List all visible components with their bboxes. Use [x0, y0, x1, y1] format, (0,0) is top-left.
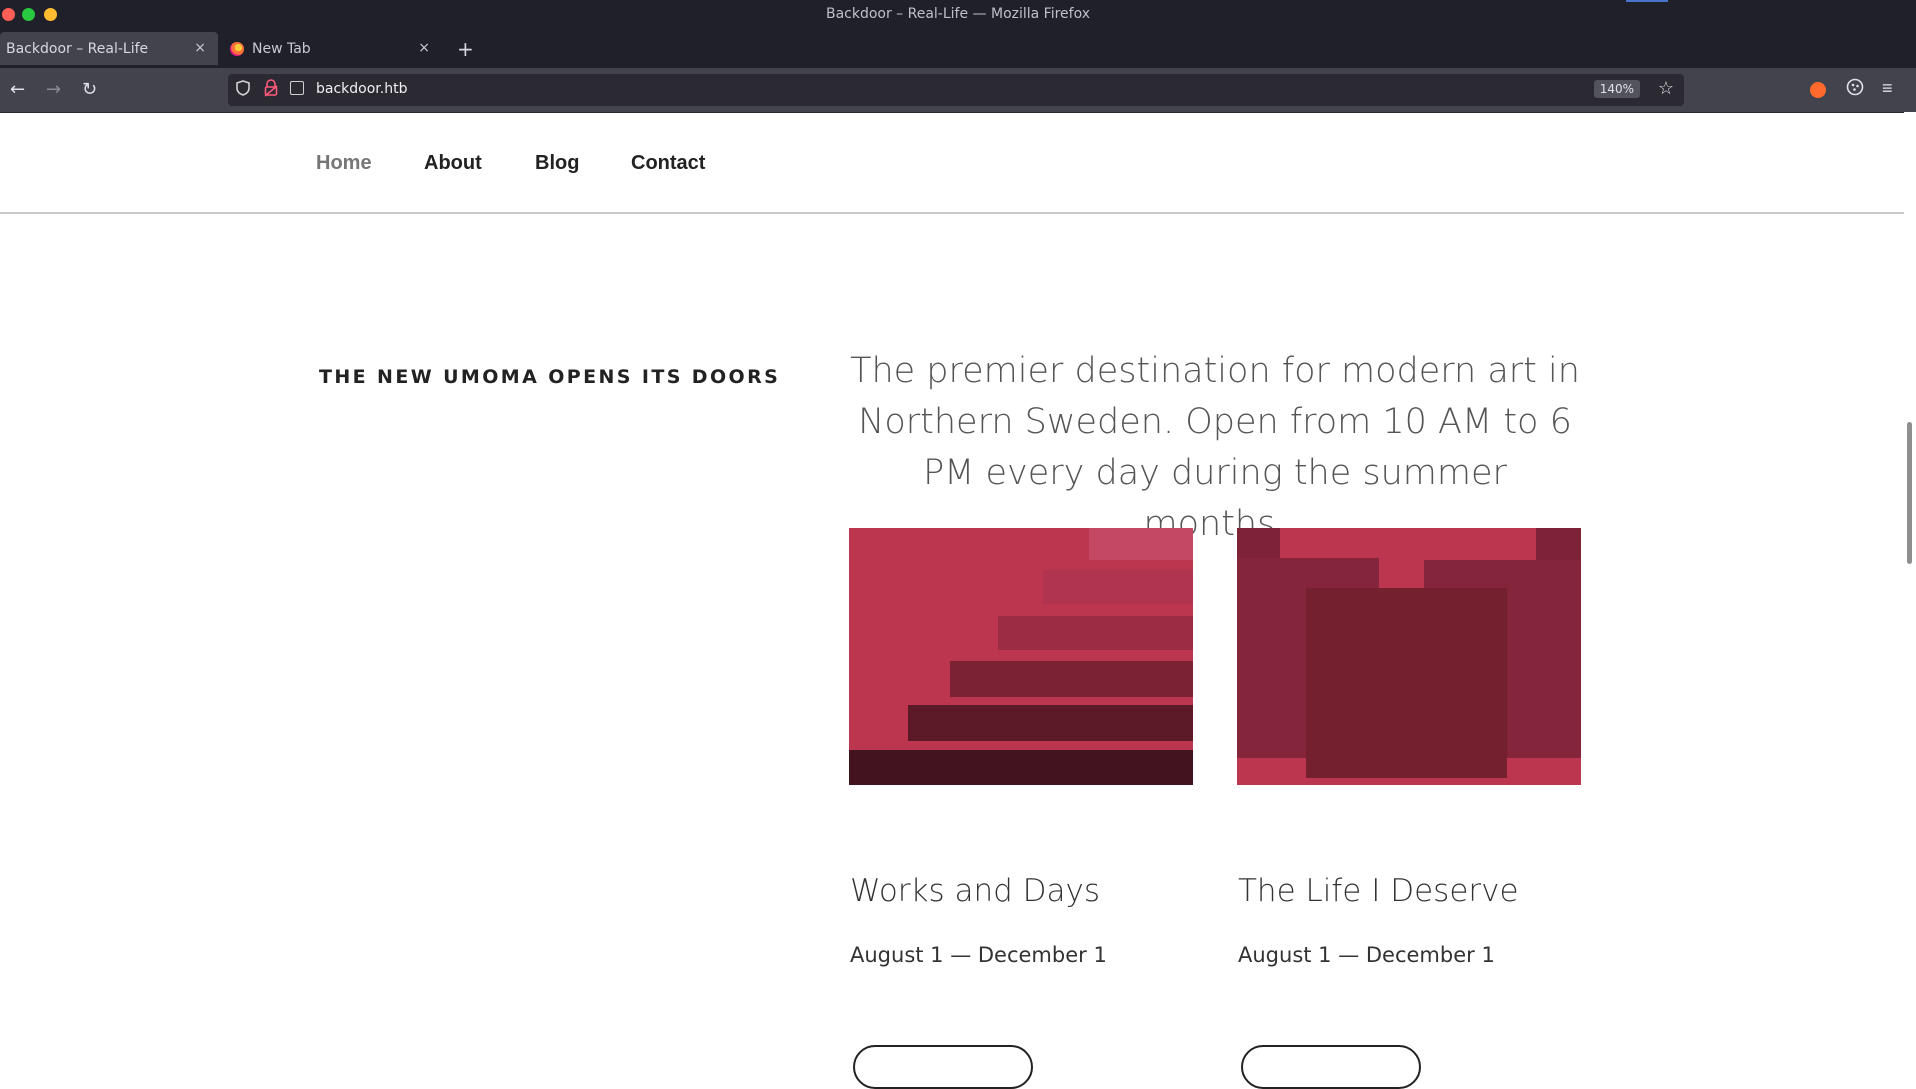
account-icon[interactable] — [1846, 78, 1864, 101]
image-shape — [1089, 528, 1193, 560]
back-button[interactable]: ← — [10, 79, 25, 100]
navigation-toolbar: ← → ↻ backdoor.htb 140% ☆ ≡ — [0, 68, 1916, 113]
card-read-more-button[interactable] — [1241, 1045, 1421, 1089]
card-date: August 1 — December 1 — [850, 943, 1107, 967]
zoom-indicator[interactable]: 140% — [1593, 80, 1640, 98]
window-title: Backdoor – Real-Life — Mozilla Firefox — [825, 6, 1091, 22]
card-title[interactable]: The Life I Deserve — [1238, 873, 1519, 909]
insecure-lock-icon[interactable] — [264, 79, 278, 101]
scrollbar-thumb[interactable] — [1907, 422, 1912, 564]
firefox-icon — [230, 42, 244, 56]
card-date: August 1 — December 1 — [1238, 943, 1495, 967]
page-icon[interactable] — [290, 81, 304, 95]
image-shape — [1306, 588, 1438, 778]
url-bar[interactable]: backdoor.htb 140% ☆ — [228, 74, 1684, 106]
card-title[interactable]: Works and Days — [850, 873, 1100, 909]
new-tab-button[interactable]: + — [457, 37, 474, 61]
card-image-works-and-days[interactable] — [849, 528, 1193, 785]
shield-icon[interactable] — [236, 80, 250, 100]
tab-backdoor[interactable]: Backdoor – Real-Life × — [0, 32, 218, 65]
image-shape — [950, 661, 1193, 697]
nav-contact-link[interactable]: Contact — [631, 152, 705, 175]
tab-close-icon[interactable]: × — [418, 40, 430, 56]
title-accent-line — [1626, 0, 1668, 2]
nav-about-link[interactable]: About — [424, 152, 482, 175]
tab-label: Backdoor – Real-Life — [6, 41, 149, 57]
hamburger-menu-icon[interactable]: ≡ — [1882, 78, 1893, 99]
extension-icon[interactable] — [1810, 82, 1826, 98]
nav-home-link[interactable]: Home — [316, 152, 372, 175]
intro-text: The premier destination for modern art i… — [850, 351, 1580, 544]
image-shape — [849, 750, 1193, 785]
page-scrollbar[interactable] — [1904, 112, 1916, 1054]
tab-strip: Backdoor – Real-Life × New Tab × — [0, 30, 1916, 68]
image-shape — [1043, 570, 1193, 604]
tab-new-tab[interactable]: New Tab × — [222, 32, 442, 65]
forward-button[interactable]: → — [46, 79, 61, 100]
url-text[interactable]: backdoor.htb — [316, 81, 407, 97]
site-navigation: Home About Blog Contact — [0, 112, 1904, 214]
window-titlebar: Backdoor – Real-Life — Mozilla Firefox — [0, 0, 1916, 30]
card-read-more-button[interactable] — [853, 1045, 1033, 1089]
image-shape — [1424, 588, 1507, 778]
card-image-the-life-i-deserve[interactable] — [1237, 528, 1581, 785]
bookmark-star-icon[interactable]: ☆ — [1658, 78, 1674, 99]
tab-label: New Tab — [252, 41, 311, 57]
image-shape — [908, 705, 1193, 741]
section-heading: THE NEW UMOMA OPENS ITS DOORS — [319, 365, 781, 388]
image-shape — [998, 616, 1193, 650]
reload-button[interactable]: ↻ — [82, 79, 97, 100]
nav-blog-link[interactable]: Blog — [535, 152, 579, 175]
tab-close-icon[interactable]: × — [194, 40, 206, 56]
